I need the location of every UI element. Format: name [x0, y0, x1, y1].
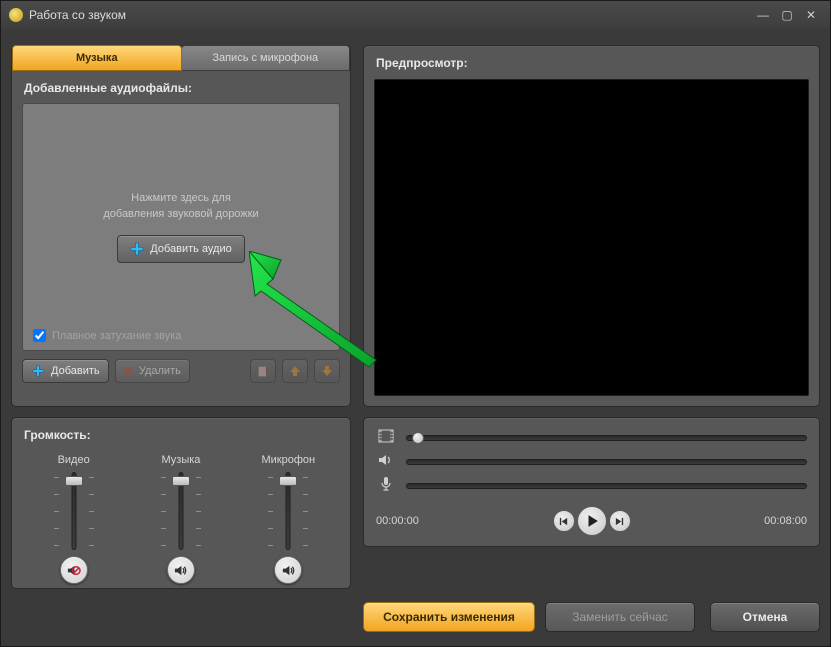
bottom-bar: Сохранить изменения Заменить сейчас Отме…: [363, 598, 820, 636]
speaker-icon: [376, 453, 396, 472]
replace-label: Заменить сейчас: [572, 610, 668, 624]
music-volume-slider[interactable]: [163, 472, 199, 550]
delete-button: ✖ Удалить: [115, 359, 190, 383]
video-volume-slider[interactable]: [56, 472, 92, 550]
fade-checkbox[interactable]: [33, 329, 46, 342]
volume-mic-col: Микрофон: [243, 454, 333, 584]
close-button[interactable]: ✕: [800, 7, 822, 23]
fade-label: Плавное затухание звука: [52, 330, 181, 342]
playback-panel: 00:00:00 00:08:00: [363, 417, 820, 547]
tab-music-label: Музыка: [76, 52, 118, 64]
tab-mic-record[interactable]: Запись с микрофона: [181, 45, 351, 71]
volume-music-col: Музыка: [136, 454, 226, 584]
audio-drop-area[interactable]: Нажмите здесь для добавления звуковой до…: [22, 103, 340, 351]
mic-timeline-slider[interactable]: [406, 479, 807, 493]
add-label: Добавить: [51, 365, 100, 377]
tab-strip: Музыка Запись с микрофона: [12, 45, 350, 71]
audio-files-panel: Музыка Запись с микрофона Добавленные ау…: [11, 45, 351, 407]
time-current: 00:00:00: [376, 515, 419, 527]
volume-panel: Громкость: Видео: [11, 417, 351, 589]
next-button[interactable]: [609, 510, 631, 532]
volume-music-label: Музыка: [136, 454, 226, 466]
volume-title: Громкость:: [12, 418, 350, 450]
window-title: Работа со звуком: [29, 8, 126, 22]
titlebar: Работа со звуком — ▢ ✕: [1, 1, 830, 29]
preview-title: Предпросмотр:: [364, 46, 819, 78]
video-mute-button[interactable]: [60, 556, 88, 584]
x-icon: ✖: [124, 365, 133, 378]
time-total: 00:08:00: [764, 515, 807, 527]
prev-button[interactable]: [553, 510, 575, 532]
volume-mic-label: Микрофон: [243, 454, 333, 466]
plus-icon: [31, 364, 45, 378]
tab-music[interactable]: Музыка: [12, 45, 182, 71]
delete-label: Удалить: [139, 365, 181, 377]
audio-files-title: Добавленные аудиофайлы:: [12, 71, 350, 103]
cut-button: [250, 359, 276, 383]
mic-icon: [376, 476, 396, 497]
cancel-label: Отмена: [743, 610, 788, 624]
app-icon: [9, 8, 23, 22]
film-icon: [376, 429, 396, 448]
volume-video-label: Видео: [29, 454, 119, 466]
save-label: Сохранить изменения: [383, 610, 515, 624]
sound-window: Работа со звуком — ▢ ✕ Музыка Запись с м…: [0, 0, 831, 647]
replace-now-button[interactable]: Заменить сейчас: [545, 602, 695, 632]
minimize-button[interactable]: —: [752, 7, 774, 23]
add-audio-label: Добавить аудио: [150, 243, 231, 255]
play-button[interactable]: [577, 506, 607, 536]
mic-volume-slider[interactable]: [270, 472, 306, 550]
drop-hint: Нажмите здесь для добавления звуковой до…: [103, 191, 258, 223]
video-timeline-slider[interactable]: [406, 431, 807, 445]
preview-video: [374, 79, 809, 396]
fade-checkbox-row[interactable]: Плавное затухание звука: [33, 329, 181, 342]
music-mute-button[interactable]: [167, 556, 195, 584]
move-up-button: [282, 359, 308, 383]
plus-icon: [130, 242, 144, 256]
save-button[interactable]: Сохранить изменения: [363, 602, 535, 632]
volume-video-col: Видео: [29, 454, 119, 584]
add-button[interactable]: Добавить: [22, 359, 109, 383]
move-down-button: [314, 359, 340, 383]
mic-mute-button[interactable]: [274, 556, 302, 584]
music-timeline-slider[interactable]: [406, 455, 807, 469]
tab-mic-label: Запись с микрофона: [212, 52, 318, 64]
preview-panel: Предпросмотр:: [363, 45, 820, 407]
cancel-button[interactable]: Отмена: [710, 602, 820, 632]
maximize-button[interactable]: ▢: [776, 7, 798, 23]
add-audio-button[interactable]: Добавить аудио: [117, 235, 244, 263]
